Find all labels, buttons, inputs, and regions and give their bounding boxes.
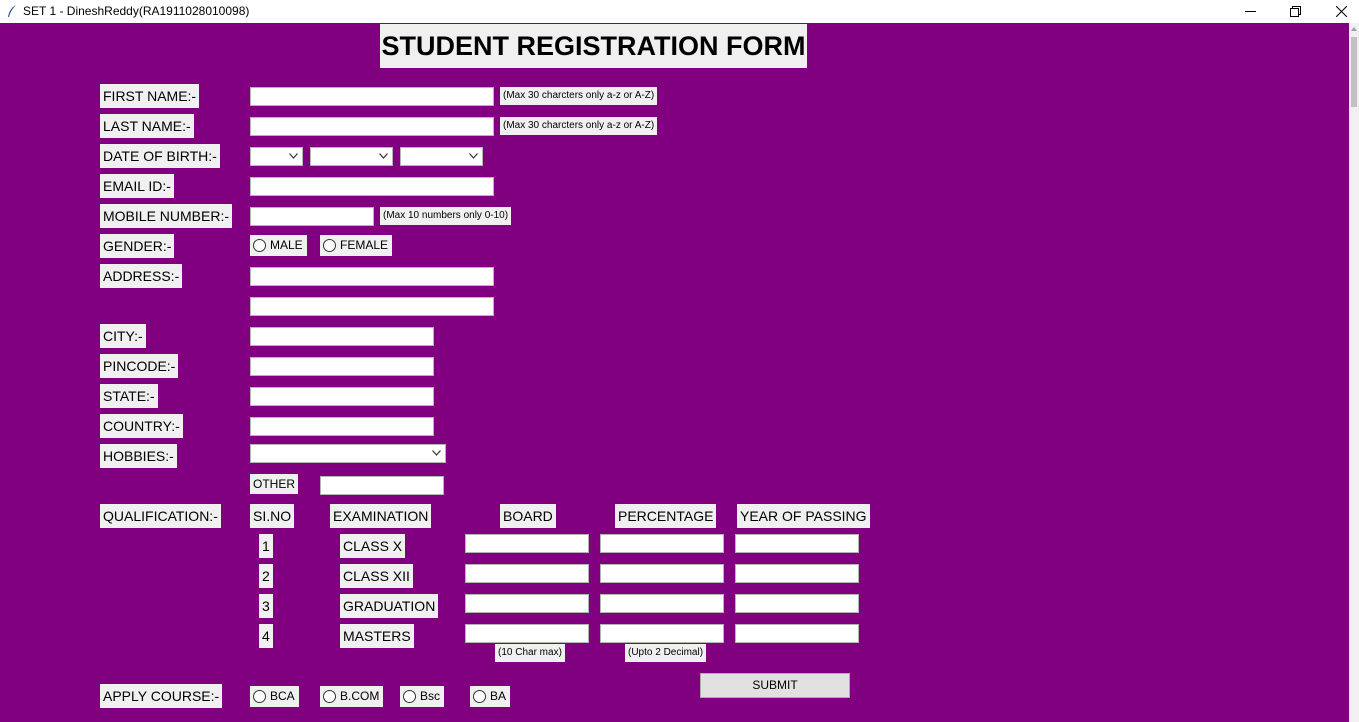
row-exam: GRADUATION [340, 594, 439, 618]
hobbies-label: HOBBIES:- [100, 444, 177, 468]
window-title-bar: SET 1 - DineshReddy(RA1911028010098) [0, 0, 1359, 23]
other-hobby-input[interactable] [320, 476, 444, 495]
chevron-down-icon [432, 450, 441, 456]
first-name-input[interactable] [250, 87, 494, 106]
board-input[interactable] [465, 534, 589, 553]
restore-button[interactable] [1272, 0, 1318, 23]
chevron-down-icon [469, 153, 478, 159]
board-hint: (10 Char max) [495, 644, 565, 662]
row-sno: 2 [259, 564, 273, 588]
course-bcom-radio[interactable]: B.COM [320, 686, 384, 707]
course-bca-radio[interactable]: BCA [250, 686, 299, 707]
radio-circle-icon [253, 690, 266, 703]
percentage-input[interactable] [600, 594, 724, 613]
course-ba-radio[interactable]: BA [470, 686, 511, 707]
city-input[interactable] [250, 327, 434, 346]
year-input[interactable] [735, 564, 859, 583]
row-sno: 3 [259, 594, 273, 618]
gender-male-radio[interactable]: MALE [250, 235, 307, 256]
state-label: STATE:- [100, 384, 158, 408]
close-button[interactable] [1318, 0, 1359, 23]
radio-circle-icon [323, 690, 336, 703]
dob-year-select[interactable] [400, 147, 483, 166]
pincode-label: PINCODE:- [100, 354, 179, 378]
email-input[interactable] [250, 177, 494, 196]
last-name-label: LAST NAME:- [100, 114, 194, 138]
chevron-down-icon [379, 153, 388, 159]
row-exam: MASTERS [340, 624, 414, 648]
pincode-input[interactable] [250, 357, 434, 376]
gender-female-radio[interactable]: FEMALE [320, 235, 393, 256]
minimize-icon [1244, 11, 1256, 12]
scroll-up-icon[interactable] [1349, 25, 1359, 33]
feather-icon [8, 5, 16, 17]
country-input[interactable] [250, 417, 434, 436]
row-exam: CLASS X [340, 534, 406, 558]
year-input[interactable] [735, 594, 859, 613]
other-label: OTHER [250, 474, 298, 494]
col-header-board: BOARD [500, 504, 556, 528]
board-input[interactable] [465, 594, 589, 613]
mobile-input[interactable] [250, 207, 374, 226]
col-header-percentage: PERCENTAGE [615, 504, 717, 528]
radio-circle-icon [323, 239, 336, 252]
radio-circle-icon [473, 690, 486, 703]
row-sno: 1 [259, 534, 273, 558]
year-input[interactable] [735, 534, 859, 553]
apply-course-label: APPLY COURSE:- [100, 684, 223, 708]
vertical-scrollbar[interactable] [1349, 23, 1359, 722]
chevron-down-icon [289, 153, 298, 159]
first-name-label: FIRST NAME:- [100, 84, 200, 108]
qualification-label: QUALIFICATION:- [100, 504, 221, 528]
dob-month-select[interactable] [310, 147, 393, 166]
form-title: STUDENT REGISTRATION FORM [380, 24, 807, 68]
minimize-button[interactable] [1227, 0, 1273, 23]
gender-female-label: FEMALE [340, 238, 389, 252]
board-input[interactable] [465, 624, 589, 643]
dob-label: DATE OF BIRTH:- [100, 144, 220, 168]
percentage-input[interactable] [600, 534, 724, 553]
submit-button[interactable]: SUBMIT [700, 673, 850, 698]
email-label: EMAIL ID:- [100, 174, 174, 198]
gender-male-label: MALE [270, 238, 303, 252]
board-input[interactable] [465, 564, 589, 583]
restore-icon [1289, 6, 1301, 17]
dob-day-select[interactable] [250, 147, 303, 166]
col-header-examination: EXAMINATION [330, 504, 432, 528]
address-label: ADDRESS:- [100, 264, 183, 288]
row-sno: 4 [259, 624, 273, 648]
percentage-input[interactable] [600, 624, 724, 643]
radio-circle-icon [403, 690, 416, 703]
gender-label: GENDER:- [100, 234, 175, 258]
course-bsc-label: Bsc [420, 689, 441, 703]
row-exam: CLASS XII [340, 564, 413, 588]
percentage-input[interactable] [600, 564, 724, 583]
window-title: SET 1 - DineshReddy(RA1911028010098) [23, 4, 250, 18]
mobile-label: MOBILE NUMBER:- [100, 204, 233, 228]
radio-circle-icon [253, 239, 266, 252]
address-line1-input[interactable] [250, 267, 494, 286]
hobbies-select[interactable] [250, 444, 446, 463]
percentage-hint: (Upto 2 Decimal) [625, 644, 707, 662]
col-header-sno: SI.NO [250, 504, 295, 528]
country-label: COUNTRY:- [100, 414, 183, 438]
course-ba-label: BA [490, 689, 507, 703]
year-input[interactable] [735, 624, 859, 643]
mobile-hint: (Max 10 numbers only 0-10) [380, 207, 512, 225]
state-input[interactable] [250, 387, 434, 406]
col-header-year: YEAR OF PASSING [737, 504, 870, 528]
scroll-thumb[interactable] [1351, 37, 1357, 107]
course-bca-label: BCA [270, 689, 295, 703]
city-label: CITY:- [100, 324, 146, 348]
close-icon [1335, 6, 1347, 17]
course-bcom-label: B.COM [340, 689, 380, 703]
first-name-hint: (Max 30 charcters only a-z or A-Z) [500, 87, 658, 105]
last-name-hint: (Max 30 charcters only a-z or A-Z) [500, 117, 658, 135]
course-bsc-radio[interactable]: Bsc [400, 686, 445, 707]
address-line2-input[interactable] [250, 297, 494, 316]
last-name-input[interactable] [250, 117, 494, 136]
